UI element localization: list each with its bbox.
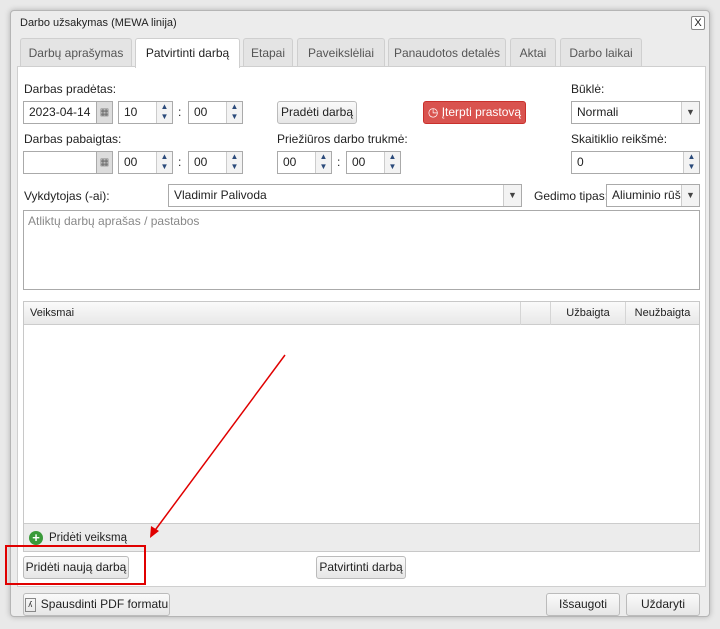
annotation-arrow	[150, 354, 286, 538]
tab-confirm-work[interactable]: Patvirtinti darbą	[135, 38, 240, 68]
pdf-icon: ʎ	[24, 597, 36, 612]
close-button[interactable]: Uždaryti	[626, 593, 700, 616]
print-pdf-label: Spausdinti PDF formatu	[40, 597, 169, 611]
save-button[interactable]: Išsaugoti	[546, 593, 620, 616]
print-pdf-button[interactable]: ʎ Spausdinti PDF formatu	[23, 593, 170, 616]
